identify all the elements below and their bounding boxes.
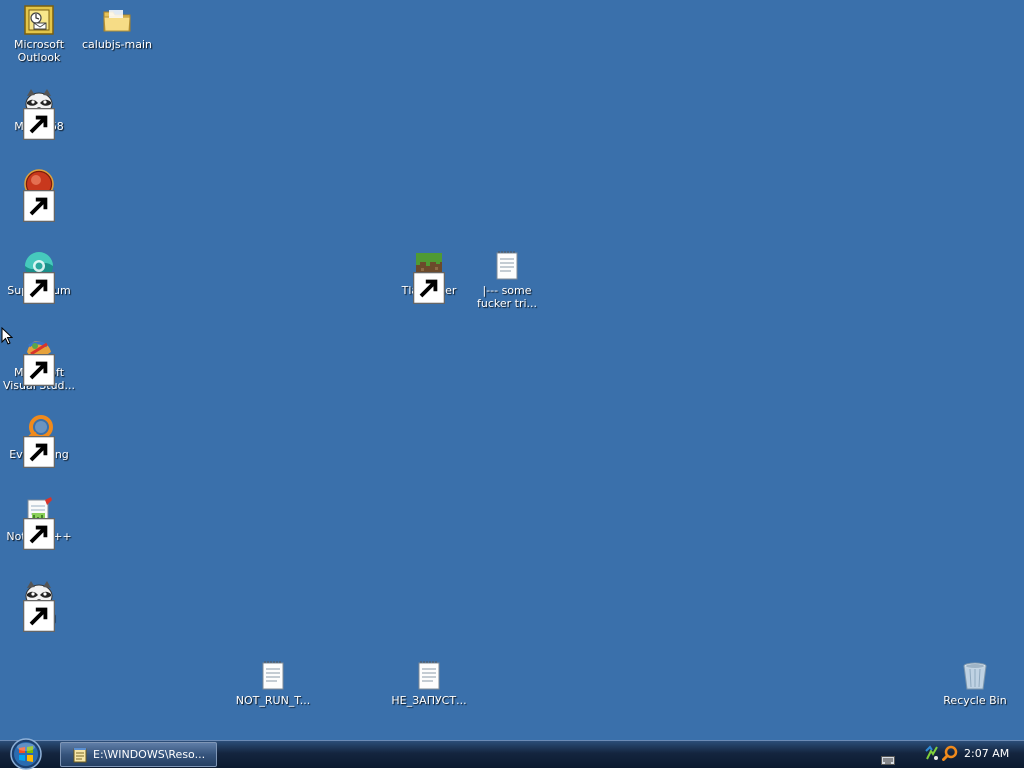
desktop-icon-label: НЕ_ЗАПУСТ... xyxy=(391,694,467,707)
desktop-icon-label: Recycle Bin xyxy=(943,694,1007,707)
shortcut-arrow-icon xyxy=(23,354,55,386)
start-orb-icon[interactable] xyxy=(8,737,44,771)
shortcut-arrow-icon xyxy=(23,600,55,632)
raccoon-icon xyxy=(23,578,55,632)
desktop[interactable]: Microsoft Outlook calubjs-main 68 |--- s… xyxy=(0,0,1024,740)
desktop-icon-everything[interactable]: Everything xyxy=(0,414,78,468)
shortcut-arrow-icon xyxy=(23,272,55,304)
desktop-icon-notepad-plus-plus[interactable]: Notepad++ xyxy=(0,496,78,550)
red-orb-icon xyxy=(23,168,55,222)
keyboard-icon[interactable] xyxy=(881,750,895,765)
desktop-icon-label: |--- some fucker tri... xyxy=(476,284,538,310)
text-document-icon xyxy=(413,660,445,692)
text-document-icon xyxy=(257,660,289,692)
desktop-icon-recycle-bin[interactable]: Recycle Bin xyxy=(936,660,1014,707)
shortcut-arrow-icon xyxy=(23,108,55,140)
shortcut-arrow-icon xyxy=(413,272,445,304)
folder-icon xyxy=(101,4,133,36)
recycle-bin-icon xyxy=(959,660,991,692)
raccoon-icon xyxy=(23,86,55,140)
desktop-icon-not-run-text-file[interactable]: NOT_RUN_T... xyxy=(234,660,312,707)
grass-block-icon xyxy=(413,250,445,304)
desktop-icon-supermium[interactable]: Supermium xyxy=(0,250,78,304)
desktop-icon-label: calubjs-main xyxy=(81,38,153,51)
desktop-icon-pego[interactable]: Pego xyxy=(0,168,78,222)
text-document-icon xyxy=(491,250,523,282)
notepad-plus-icon xyxy=(23,496,55,550)
desktop-icon-tlauncher[interactable]: Tlauncher xyxy=(390,250,468,304)
network-icon[interactable] xyxy=(924,745,940,761)
taskbar-button-notepad[interactable]: E:\WINDOWS\Reso... xyxy=(60,742,217,767)
teal-orb-icon xyxy=(23,250,55,304)
desktop-icon-label: NOT_RUN_T... xyxy=(235,694,311,707)
notepad-icon xyxy=(73,747,87,763)
desktop-icon-calubjs-main[interactable]: calubjs-main xyxy=(78,4,156,51)
desktop-icon-mypal-68[interactable]: MyPal 68 xyxy=(0,86,78,140)
shortcut-arrow-icon xyxy=(23,190,55,222)
desktop-icon-text-file[interactable]: |--- some fucker tri... xyxy=(468,250,546,310)
visual-studio-icon xyxy=(23,332,55,386)
desktop-icon-label: Microsoft Outlook xyxy=(13,38,65,64)
taskbar: E:\WINDOWS\Reso... 2:07 AM xyxy=(0,737,1024,771)
shortcut-arrow-icon xyxy=(23,436,55,468)
search-icon[interactable] xyxy=(942,745,958,761)
clock[interactable]: 2:07 AM xyxy=(964,741,1009,767)
desktop-icon-microsoft-outlook[interactable]: Microsoft Outlook xyxy=(0,4,78,64)
taskbar-button-label: E:\WINDOWS\Reso... xyxy=(93,748,206,761)
desktop-icon-ne-zapusk-text-file[interactable]: НЕ_ЗАПУСТ... xyxy=(390,660,468,707)
shortcut-arrow-icon xyxy=(23,518,55,550)
magnifier-icon xyxy=(23,414,55,468)
desktop-icon-mypal[interactable]: Mypal xyxy=(0,578,78,632)
mouse-pointer-icon xyxy=(1,326,14,345)
outlook-icon xyxy=(23,4,55,36)
